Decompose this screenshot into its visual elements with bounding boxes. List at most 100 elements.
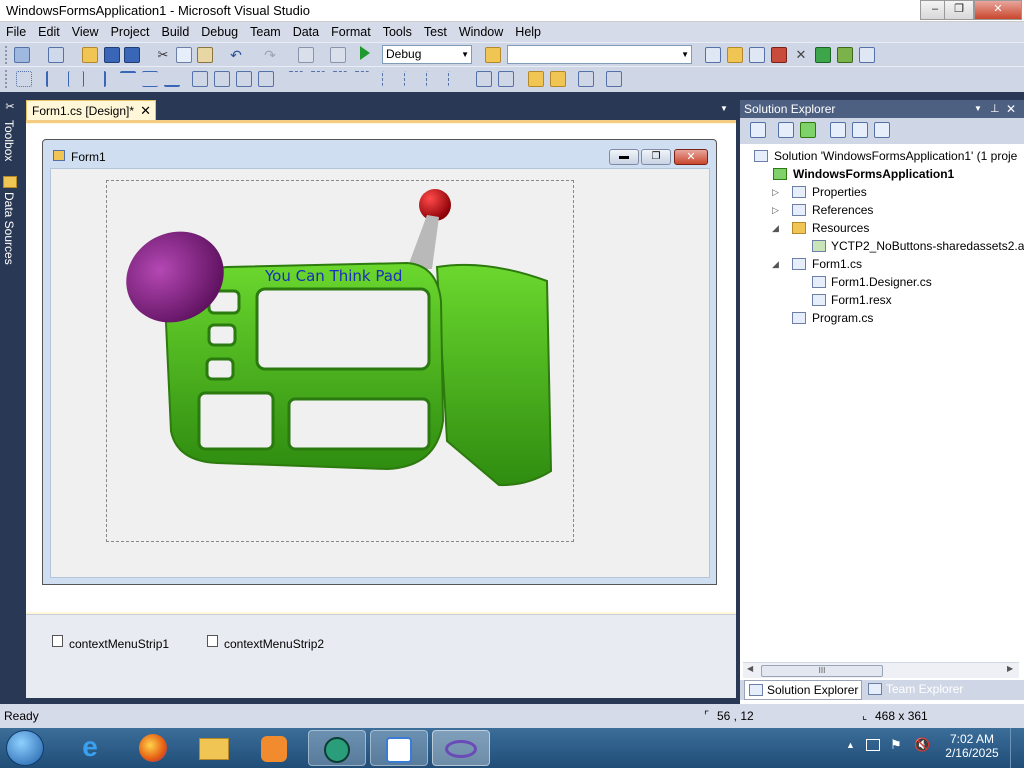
send-to-back-icon[interactable] [550, 71, 566, 87]
make-same-height-icon[interactable] [236, 71, 252, 87]
menu-window[interactable]: Window [453, 22, 509, 42]
menu-build[interactable]: Build [155, 22, 195, 42]
menu-team[interactable]: Team [244, 22, 287, 42]
size-to-grid-icon[interactable] [214, 71, 230, 87]
close-icon[interactable]: ✕ [1006, 100, 1016, 118]
menu-data[interactable]: Data [287, 22, 325, 42]
menu-debug[interactable]: Debug [195, 22, 244, 42]
class-view-icon[interactable] [837, 47, 853, 63]
start-button[interactable] [6, 730, 44, 766]
taskbar-app-2[interactable] [370, 730, 428, 766]
tab-form1-design[interactable]: Form1.cs [Design]* ✕ [26, 100, 156, 122]
start-page-icon[interactable] [815, 47, 831, 63]
refresh-icon[interactable] [800, 122, 816, 138]
menu-project[interactable]: Project [105, 22, 156, 42]
show-all-files-icon[interactable] [778, 122, 794, 138]
tray-item-contextmenustrip1[interactable]: contextMenuStrip1 [69, 637, 169, 651]
document-list-chevron-icon[interactable]: ▼ [720, 104, 728, 113]
menu-view[interactable]: View [66, 22, 105, 42]
increase-horizontal-spacing-icon[interactable] [310, 71, 326, 87]
center-horizontally-icon[interactable] [476, 71, 492, 87]
form-minimize-button[interactable]: ▬ [609, 149, 639, 165]
expander-icon[interactable]: ◢ [772, 223, 779, 234]
menu-help[interactable]: Help [509, 22, 547, 42]
toolbar-grip[interactable] [5, 70, 8, 88]
volume-muted-icon[interactable]: 🔇 [914, 737, 930, 753]
tray-item-contextmenustrip2[interactable]: contextMenuStrip2 [224, 637, 324, 651]
menu-test[interactable]: Test [418, 22, 453, 42]
menu-format[interactable]: Format [325, 22, 377, 42]
play-icon[interactable] [360, 46, 370, 60]
expander-icon[interactable]: ◢ [772, 259, 779, 270]
make-same-width-icon[interactable] [192, 71, 208, 87]
align-bottoms-icon[interactable] [164, 71, 180, 87]
action-center-flag-icon[interactable]: ⚑ [890, 737, 902, 753]
tab-team-explorer[interactable]: Team Explorer [866, 680, 984, 700]
align-centers-icon[interactable] [68, 71, 84, 87]
properties-icon[interactable] [750, 122, 766, 138]
show-hidden-icons-icon[interactable]: ▲ [846, 740, 855, 750]
tools-icon[interactable]: ✕ [793, 47, 809, 63]
close-button[interactable]: ✕ [974, 0, 1022, 20]
data-sources-tab[interactable]: Data Sources [2, 192, 16, 265]
find-in-files-icon[interactable] [485, 47, 501, 63]
horizontal-scrollbar[interactable]: ◀ III ▶ [743, 662, 1019, 678]
cut-icon[interactable]: ✂ [155, 47, 171, 63]
vertical-spacing-equal-icon[interactable] [382, 71, 398, 87]
align-tops-icon[interactable] [120, 71, 136, 87]
visual-studio-taskbar-button[interactable] [432, 730, 490, 766]
bring-to-front-icon[interactable] [528, 71, 544, 87]
close-icon[interactable]: ✕ [140, 101, 151, 121]
output-window-icon[interactable] [859, 47, 875, 63]
menu-edit[interactable]: Edit [32, 22, 66, 42]
solution-configuration-select[interactable]: Debug ▼ [382, 45, 472, 64]
clock[interactable]: 7:02 AM 2/16/2025 [944, 732, 1000, 760]
redo-icon[interactable]: ↷ [262, 47, 278, 63]
scroll-left-icon[interactable]: ◀ [747, 664, 753, 673]
form-close-button[interactable]: ✕ [674, 149, 708, 165]
tab-order-icon[interactable] [578, 71, 594, 87]
tab-solution-explorer[interactable]: Solution Explorer [744, 680, 862, 700]
remove-horizontal-spacing-icon[interactable] [354, 71, 370, 87]
expander-icon[interactable]: ▷ [772, 205, 779, 216]
toolbox-icon[interactable] [771, 47, 787, 63]
navigate-backward-icon[interactable] [298, 47, 314, 63]
remove-vertical-spacing-icon[interactable] [448, 71, 464, 87]
align-rights-icon[interactable] [90, 71, 106, 87]
pin-icon[interactable]: ⊥ [990, 100, 1000, 118]
copy-icon[interactable] [176, 47, 192, 63]
class-diagram-icon[interactable] [874, 122, 890, 138]
navigate-forward-icon[interactable] [330, 47, 346, 63]
decrease-vertical-spacing-icon[interactable] [426, 71, 442, 87]
make-same-size-icon[interactable] [258, 71, 274, 87]
properties-window-icon[interactable] [727, 47, 743, 63]
add-item-icon[interactable] [48, 47, 64, 63]
menu-file[interactable]: File [0, 22, 32, 42]
increase-vertical-spacing-icon[interactable] [404, 71, 420, 87]
menu-tools[interactable]: Tools [377, 22, 418, 42]
form-maximize-button[interactable]: ❐ [641, 149, 671, 165]
object-browser-icon[interactable] [749, 47, 765, 63]
toolbar-grip[interactable] [5, 46, 8, 64]
scroll-right-icon[interactable]: ▶ [1007, 664, 1013, 673]
show-desktop-button[interactable] [1010, 728, 1024, 768]
align-middles-icon[interactable] [142, 71, 158, 87]
horizontal-spacing-equal-icon[interactable] [288, 71, 304, 87]
solution-explorer-icon[interactable] [705, 47, 721, 63]
internet-explorer-icon[interactable]: e [62, 730, 118, 766]
align-to-grid-icon[interactable] [16, 71, 32, 87]
view-designer-icon[interactable] [852, 122, 868, 138]
file-explorer-icon[interactable] [186, 730, 242, 766]
view-code-icon[interactable] [830, 122, 846, 138]
decrease-horizontal-spacing-icon[interactable] [332, 71, 348, 87]
toolbox-tab[interactable]: Toolbox [2, 120, 16, 161]
taskbar-app-1[interactable] [308, 730, 366, 766]
center-vertically-icon[interactable] [498, 71, 514, 87]
scroll-thumb[interactable]: III [761, 665, 883, 677]
restore-button[interactable]: ❐ [944, 0, 974, 20]
firefox-icon[interactable] [125, 730, 181, 766]
undo-icon[interactable]: ↶ [228, 47, 244, 63]
lock-controls-icon[interactable] [606, 71, 622, 87]
panel-menu-chevron-icon[interactable]: ▼ [974, 100, 982, 118]
paste-icon[interactable] [197, 47, 213, 63]
